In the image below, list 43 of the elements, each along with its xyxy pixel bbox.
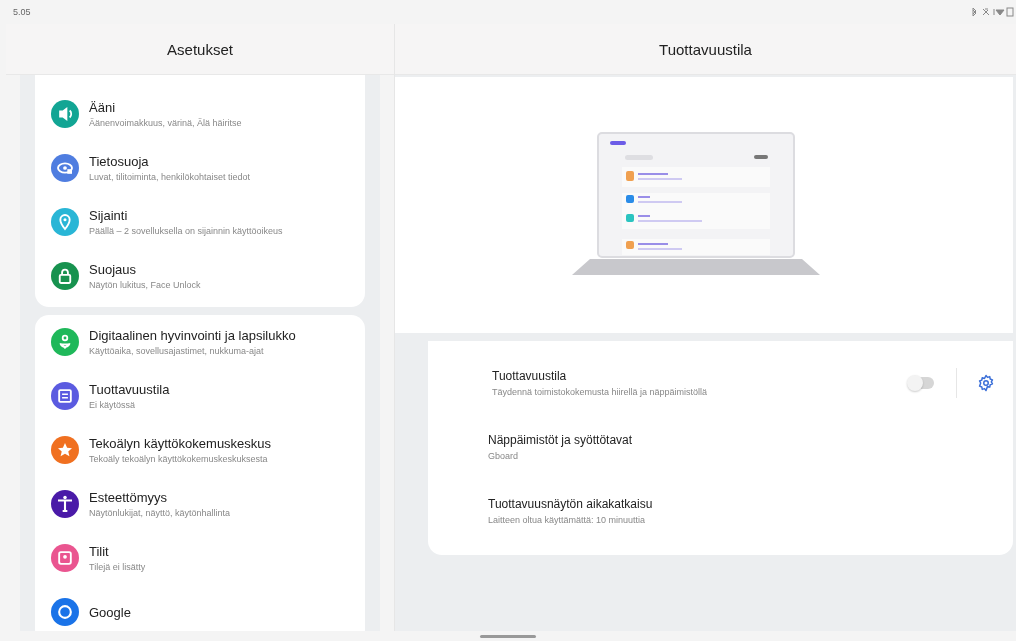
settings-item[interactable]: Tietosuoja Luvat, tilitoiminta, henkilökohtaiset tiedot [35, 141, 365, 195]
item-subtitle: Tilejä ei lisätty [89, 562, 146, 572]
item-title: Suojaus [89, 262, 137, 277]
setting-item[interactable]: Tuottavuusnäytön aikakatkaisu Laitteen oltua käyttämättä: 10 minuuttia [488, 497, 995, 525]
status-time: 5.05 [13, 7, 31, 17]
navigation-handle[interactable] [480, 634, 536, 638]
settings-item[interactable]: Suojaus Näytön lukitus, Face Unlock [35, 249, 365, 303]
toggle-switch[interactable] [908, 377, 934, 389]
item-title: Esteettömyys [89, 490, 169, 505]
settings-item[interactable]: Tuottavuustila Ei käytössä [35, 369, 365, 423]
item-subtitle: Näytön lukitus, Face Unlock [89, 280, 201, 290]
settings-item[interactable]: Sijainti Päällä – 2 sovelluksella on sijainnin käyttöoikeus [35, 195, 365, 249]
setting-subtitle: Laitteen oltua käyttämättä: 10 minuuttia [488, 515, 647, 525]
item-title: Tekoälyn käyttökokemuskeskus [89, 436, 272, 451]
setting-subtitle: Gboard [488, 451, 520, 461]
item-title: Google [89, 604, 131, 620]
settings-item[interactable]: Ääni Äänenvoimakkuus, värinä, Älä häiritse [35, 87, 365, 141]
setting-subtitle: Täydennä toimistokokemusta hiirellä ja näppäimistöllä [492, 387, 709, 397]
settings-item[interactable]: Esteettömyys Näytönlukijat, näyttö, käytönhallinta [35, 477, 365, 531]
item-title: Digitaalinen hyvinvointi ja lapsilukko [89, 328, 296, 343]
item-subtitle: Käyttöaika, sovellusajastimet, nukkuma-ajat [89, 346, 265, 356]
setting-title: Näppäimistöt ja syöttötavat [488, 433, 634, 447]
item-subtitle: Tekoäly tekoälyn käyttökokemuskeskuksesta [89, 454, 269, 464]
item-title: Tilit [89, 544, 110, 559]
item-title: Tietosuoja [89, 154, 150, 169]
item-subtitle: Luvat, tilitoiminta, henkilökohtaiset tiedot [89, 172, 251, 182]
item-subtitle: Päällä – 2 sovelluksella on sijainnin käyttöoikeus [89, 226, 283, 236]
status-icons [970, 7, 1014, 17]
item-title: Tuottavuustila [89, 382, 170, 397]
item-subtitle: Äänenvoimakkuus, värinä, Älä häiritse [89, 118, 242, 128]
settings-item[interactable]: Google [35, 585, 365, 631]
settings-icon[interactable] [977, 374, 995, 392]
settings-item[interactable]: Digitaalinen hyvinvointi ja lapsilukko Käyttöaika, sovellusajastimet, nukkuma-ajat [35, 315, 365, 369]
item-title: Ääni [89, 100, 117, 115]
setting-item[interactable]: Tuottavuustila Täydennä toimistokokemusta hiirellä ja näppäimistöllä [492, 369, 908, 397]
setting-title: Tuottavuusnäytön aikakatkaisu [488, 497, 654, 511]
item-subtitle: Näytönlukijat, näyttö, käytönhallinta [89, 508, 231, 518]
settings-item[interactable]: Tekoälyn käyttökokemuskeskus Tekoäly tekoälyn käyttökokemuskeskuksesta [35, 423, 365, 477]
settings-item[interactable]: Tilit Tilejä ei lisätty [35, 531, 365, 585]
item-subtitle: Ei käytössä [89, 400, 137, 410]
item-title: Sijainti [89, 208, 129, 223]
setting-item[interactable]: Näppäimistöt ja syöttötavat Gboard [488, 433, 995, 461]
setting-title: Tuottavuustila [492, 369, 568, 383]
